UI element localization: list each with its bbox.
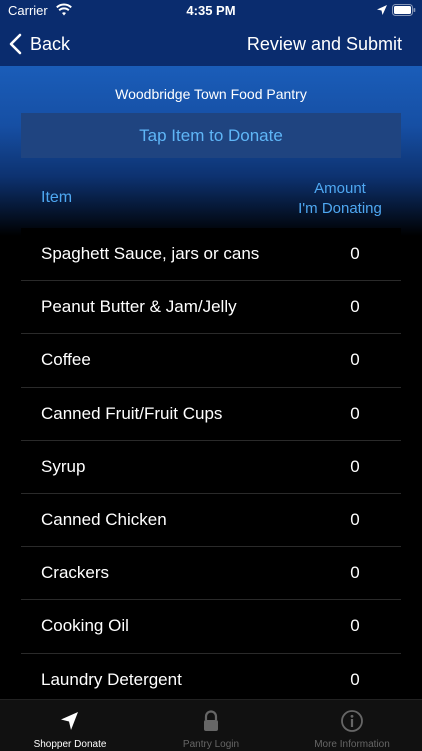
list-item[interactable]: Cooking Oil 0: [21, 600, 401, 654]
tab-label: More Information: [314, 739, 390, 750]
amount-header-line1: Amount: [314, 180, 366, 197]
list-item[interactable]: Canned Fruit/Fruit Cups 0: [21, 388, 401, 441]
amount-header-line2: I'm Donating: [298, 200, 382, 217]
back-label: Back: [30, 33, 71, 54]
battery-icon: [392, 4, 416, 16]
donation-item-list: Spaghett Sauce, jars or cans 0 Peanut Bu…: [21, 228, 401, 707]
item-amount: 0: [350, 669, 360, 689]
item-amount: 0: [350, 616, 360, 636]
item-name: Spaghett Sauce, jars or cans: [41, 244, 260, 264]
navigation-arrow-icon: [61, 712, 78, 730]
list-item[interactable]: Crackers 0: [21, 547, 401, 601]
tab-shopper-donate[interactable]: Shopper Donate: [0, 700, 140, 751]
item-name: Canned Chicken: [41, 510, 167, 530]
item-amount: 0: [350, 563, 360, 583]
tab-label: Pantry Login: [182, 739, 240, 750]
pantry-name: Woodbridge Town Food Pantry: [115, 86, 307, 102]
review-submit-button[interactable]: Review and Submit: [247, 34, 402, 55]
tab-more-information[interactable]: More Information: [282, 700, 422, 751]
clock: 4:35 PM: [186, 3, 236, 18]
item-amount: 0: [350, 403, 360, 423]
item-amount: 0: [350, 297, 360, 317]
item-name: Crackers: [41, 563, 110, 583]
item-name: Cooking Oil: [41, 616, 129, 636]
navigation-bar: Back Review and Submit: [0, 22, 422, 66]
column-header-item: Item: [41, 189, 73, 206]
item-amount: 0: [350, 350, 360, 370]
list-item[interactable]: Canned Chicken 0: [21, 494, 401, 548]
item-name: Peanut Butter & Jam/Jelly: [41, 297, 237, 317]
tap-item-banner: Tap Item to Donate: [21, 113, 401, 158]
list-item[interactable]: Spaghett Sauce, jars or cans 0: [21, 228, 401, 282]
chevron-left-icon: [9, 33, 22, 55]
item-amount: 0: [350, 510, 360, 530]
item-amount: 0: [350, 456, 360, 476]
tab-bar: Shopper Donate Pantry Login More Informa…: [0, 699, 422, 751]
tab-pantry-login[interactable]: Pantry Login: [141, 700, 281, 751]
location-arrow-icon: [377, 5, 387, 15]
item-amount: 0: [350, 244, 360, 264]
list-item[interactable]: Peanut Butter & Jam/Jelly 0: [21, 281, 401, 335]
status-bar: Carrier 4:35 PM: [0, 0, 422, 22]
item-name: Syrup: [41, 456, 86, 476]
lock-icon: [204, 710, 218, 731]
tab-label: Shopper Donate: [33, 739, 107, 750]
info-icon: [341, 710, 363, 732]
column-header-amount: Amount I'm Donating: [282, 179, 398, 219]
item-name: Coffee: [41, 350, 91, 370]
list-item[interactable]: Syrup 0: [21, 441, 401, 494]
item-name: Canned Fruit/Fruit Cups: [41, 403, 223, 423]
back-button[interactable]: Back: [8, 31, 70, 57]
list-item[interactable]: Coffee 0: [21, 334, 401, 388]
item-name: Laundry Detergent: [41, 669, 182, 689]
